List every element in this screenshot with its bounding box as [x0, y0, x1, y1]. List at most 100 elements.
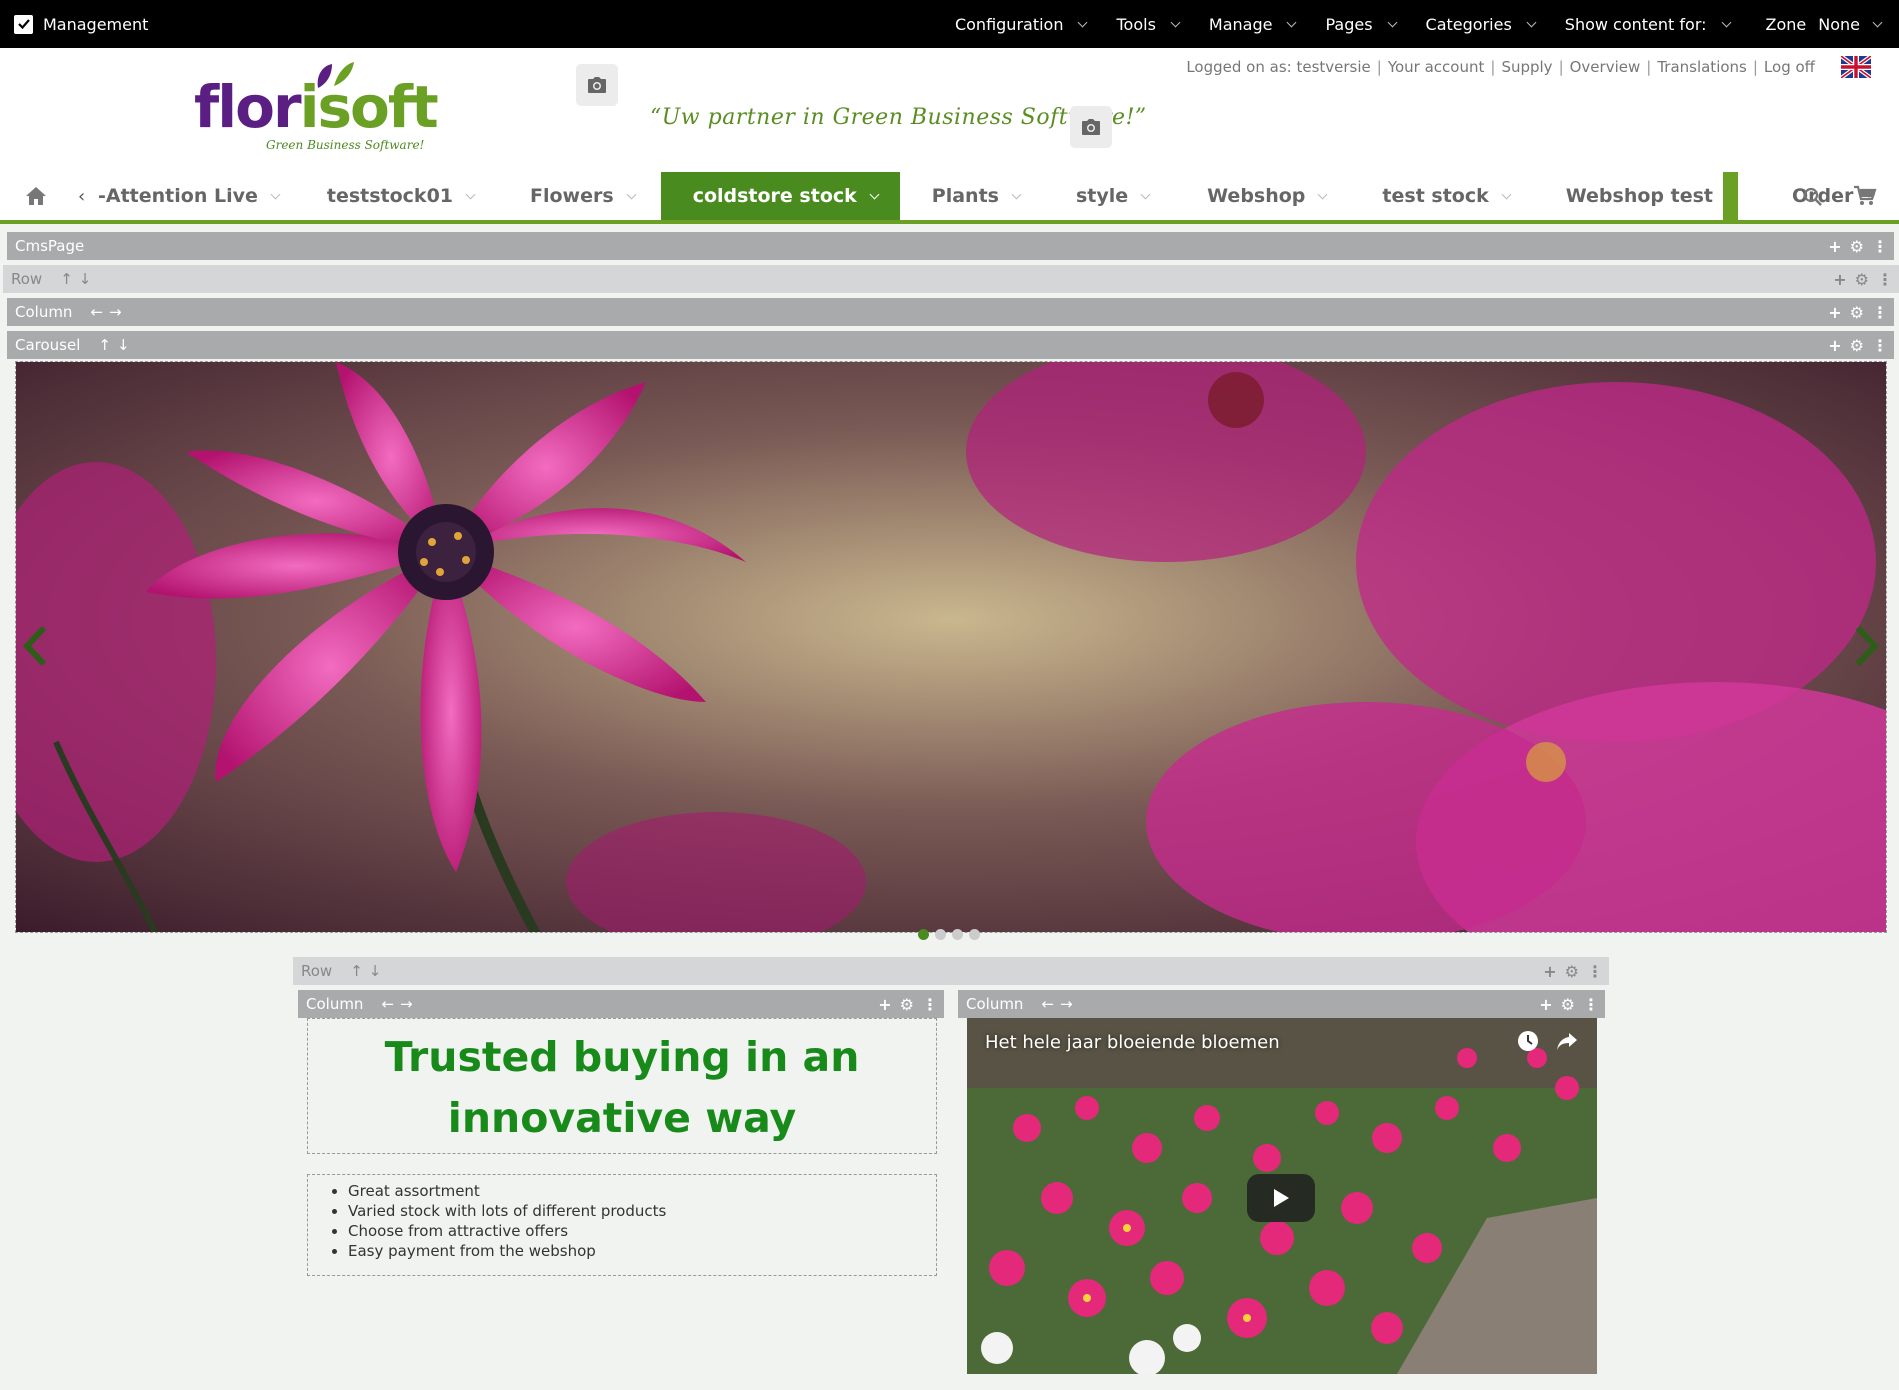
carousel-indicators	[918, 929, 980, 940]
menu-categories[interactable]: Categories	[1425, 14, 1537, 34]
cart-icon[interactable]	[1853, 185, 1877, 207]
arrow-up-icon[interactable]: ↑	[98, 336, 111, 354]
play-button[interactable]	[1247, 1174, 1315, 1222]
checkbox-checked-icon[interactable]	[14, 14, 33, 34]
nav-item-coldstore-stock[interactable]: coldstore stock	[660, 172, 900, 220]
more-vertical-icon[interactable]: ⋮	[1877, 270, 1893, 289]
carousel-dot[interactable]	[918, 929, 929, 940]
site-header: florisoft Green Business Software! “Uw p…	[0, 48, 1899, 172]
gear-icon[interactable]: ⚙	[1561, 995, 1575, 1014]
link-your-account[interactable]: Your account	[1388, 58, 1485, 76]
edit-image-button[interactable]	[576, 64, 618, 106]
nav-item-test-stock[interactable]: test stock	[1352, 172, 1535, 220]
gear-icon[interactable]: ⚙	[1850, 237, 1864, 256]
nav-item-attention-live[interactable]: -Attention Live	[98, 172, 305, 220]
arrow-down-icon[interactable]: ↓	[117, 336, 130, 354]
link-supply[interactable]: Supply	[1501, 58, 1552, 76]
more-vertical-icon[interactable]: ⋮	[1872, 303, 1888, 322]
carousel-dot[interactable]	[952, 929, 963, 940]
gear-icon[interactable]: ⚙	[1855, 270, 1869, 289]
add-icon[interactable]: +	[878, 995, 891, 1014]
chevron-down-icon	[626, 189, 637, 199]
home-icon[interactable]	[24, 185, 48, 207]
link-translations[interactable]: Translations	[1657, 58, 1747, 76]
nav-label: style	[1075, 185, 1129, 207]
uk-flag-icon[interactable]	[1841, 56, 1871, 78]
chevron-down-icon	[1501, 189, 1512, 199]
arrow-left-icon[interactable]: ←	[90, 303, 103, 321]
more-vertical-icon[interactable]: ⋮	[1583, 995, 1599, 1014]
gear-icon[interactable]: ⚙	[900, 995, 914, 1014]
move-arrows: ↑ ↓	[98, 336, 129, 354]
more-vertical-icon[interactable]: ⋮	[1587, 962, 1603, 981]
headline-block[interactable]: Trusted buying in an innovative way	[307, 1018, 937, 1154]
carousel[interactable]	[15, 361, 1887, 933]
chevron-left-icon[interactable]: ‹	[78, 186, 85, 207]
carousel-dot[interactable]	[935, 929, 946, 940]
cms-row-bar[interactable]: Row ↑ ↓ + ⚙ ⋮	[293, 957, 1609, 985]
video-embed[interactable]: Het hele jaar bloeiende bloemen	[967, 1018, 1597, 1374]
add-icon[interactable]: +	[1828, 336, 1841, 355]
headline-line: Trusted buying in an	[384, 1033, 860, 1081]
gear-icon[interactable]: ⚙	[1850, 303, 1864, 322]
add-icon[interactable]: +	[1543, 962, 1556, 981]
management-bar: Management Configuration Tools Manage Pa…	[0, 0, 1899, 48]
cms-row-bar[interactable]: Row ↑ ↓ + ⚙ ⋮	[3, 265, 1899, 293]
more-vertical-icon[interactable]: ⋮	[922, 995, 938, 1014]
nav-item-webshop[interactable]: Webshop	[1175, 172, 1352, 220]
cms-column-bar-right[interactable]: Column ← → + ⚙ ⋮	[958, 990, 1605, 1018]
more-vertical-icon[interactable]: ⋮	[1872, 336, 1888, 355]
logo-wordmark: florisoft	[194, 78, 439, 136]
menu-manage[interactable]: Manage	[1209, 15, 1297, 34]
zone-value: None	[1818, 14, 1860, 34]
nav-item-flowers[interactable]: Flowers	[500, 172, 661, 220]
menu-label: Categories	[1425, 14, 1512, 34]
arrow-down-icon[interactable]: ↓	[79, 270, 92, 288]
more-vertical-icon[interactable]: ⋮	[1872, 237, 1888, 256]
add-icon[interactable]: +	[1828, 303, 1841, 322]
carousel-prev-icon[interactable]	[22, 624, 48, 668]
florisoft-logo[interactable]: florisoft Green Business Software!	[194, 60, 444, 160]
nav-item-order[interactable]: Order	[1760, 172, 1899, 220]
management-label: Management	[43, 14, 149, 34]
nav-item-teststock01[interactable]: teststock01	[305, 172, 500, 220]
search-icon[interactable]	[1802, 186, 1824, 208]
zone-selector[interactable]: Zone None	[1766, 14, 1883, 34]
nav-item-style[interactable]: style	[1046, 172, 1175, 220]
arrow-left-icon[interactable]: ←	[381, 995, 394, 1013]
add-icon[interactable]: +	[1828, 237, 1841, 256]
menu-tools[interactable]: Tools	[1116, 15, 1181, 34]
chevron-down-icon	[1872, 17, 1883, 27]
link-log-off[interactable]: Log off	[1764, 58, 1815, 76]
nav-item-plants[interactable]: Plants	[900, 172, 1046, 220]
cms-carousel-bar[interactable]: Carousel ↑ ↓ + ⚙ ⋮	[7, 331, 1894, 359]
cms-column-bar[interactable]: Column ← → + ⚙ ⋮	[7, 298, 1894, 326]
menu-pages[interactable]: Pages	[1325, 15, 1397, 34]
arrow-up-icon[interactable]: ↑	[60, 270, 73, 288]
add-icon[interactable]: +	[1833, 270, 1846, 289]
menu-show-content-for[interactable]: Show content for:	[1565, 15, 1731, 34]
clock-icon[interactable]	[1517, 1030, 1539, 1052]
list-item: Easy payment from the webshop	[348, 1241, 936, 1261]
cms-column-bar-left[interactable]: Column ← → + ⚙ ⋮	[298, 990, 944, 1018]
arrow-down-icon[interactable]: ↓	[369, 962, 382, 980]
gear-icon[interactable]: ⚙	[1850, 336, 1864, 355]
cms-page-bar[interactable]: CmsPage + ⚙ ⋮	[7, 232, 1894, 260]
add-icon[interactable]: +	[1539, 995, 1552, 1014]
carousel-next-icon[interactable]	[1854, 624, 1880, 668]
menu-configuration[interactable]: Configuration	[955, 15, 1088, 34]
link-overview[interactable]: Overview	[1570, 58, 1641, 76]
cms-row-label: Row	[11, 270, 43, 288]
management-toggle[interactable]: Management	[14, 0, 148, 48]
arrow-right-icon[interactable]: →	[1060, 995, 1073, 1013]
share-icon[interactable]	[1555, 1030, 1579, 1052]
carousel-dot[interactable]	[969, 929, 980, 940]
arrow-up-icon[interactable]: ↑	[350, 962, 363, 980]
gear-icon[interactable]: ⚙	[1565, 962, 1579, 981]
edit-slogan-button[interactable]	[1070, 106, 1112, 148]
chevron-down-icon	[1317, 189, 1328, 199]
arrow-right-icon[interactable]: →	[400, 995, 413, 1013]
arrow-left-icon[interactable]: ←	[1041, 995, 1054, 1013]
feature-list-block[interactable]: Great assortment Varied stock with lots …	[307, 1174, 937, 1276]
arrow-right-icon[interactable]: →	[109, 303, 122, 321]
